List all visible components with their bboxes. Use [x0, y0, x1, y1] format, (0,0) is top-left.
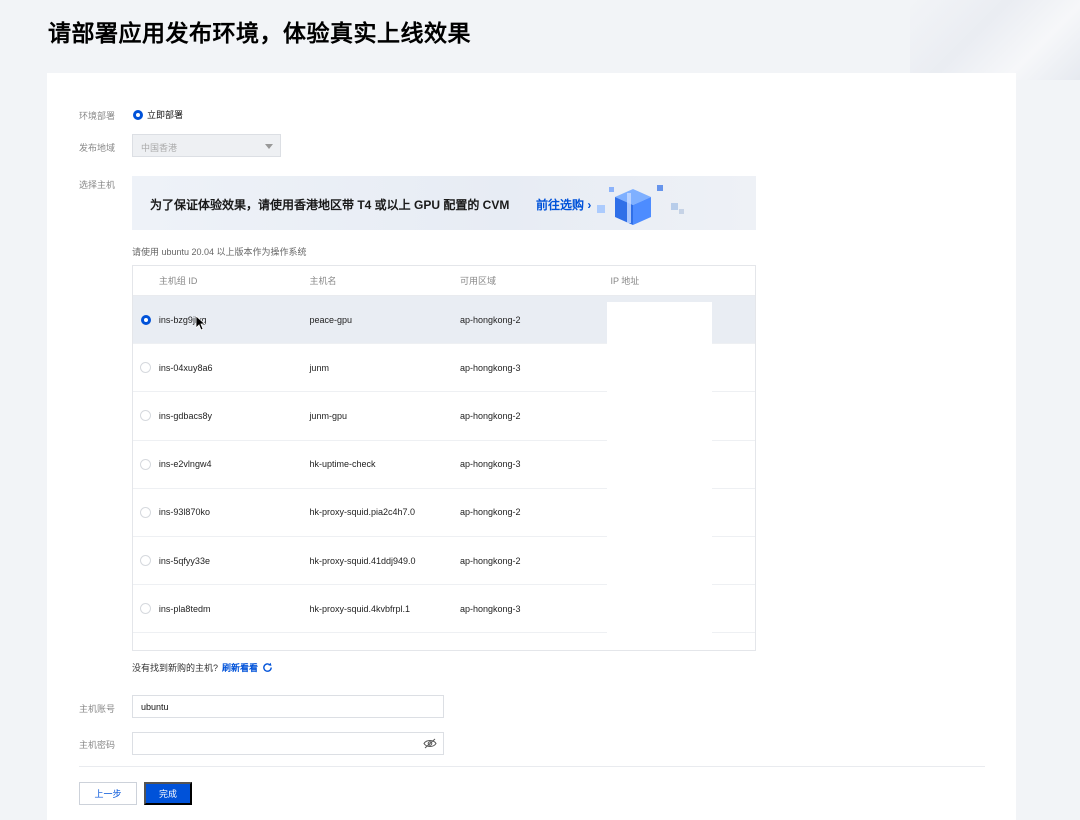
mouse-cursor-icon — [196, 316, 206, 331]
region-value: 中国香港 — [141, 143, 178, 153]
deploy-now-radio[interactable]: 立即部署 — [133, 108, 183, 121]
buy-now-link[interactable]: 前往选购 › — [536, 196, 591, 213]
banner-text: 为了保证体验效果，请使用香港地区带 T4 或以上 GPU 配置的 CVM — [150, 198, 510, 212]
refresh-icon[interactable] — [262, 662, 273, 673]
eye-off-icon[interactable] — [423, 738, 437, 749]
row-radio[interactable] — [133, 506, 159, 518]
header-ip: IP 地址 — [610, 276, 640, 286]
radio-unselected-icon — [140, 555, 152, 567]
refresh-row: 没有找到新购的主机? 刷新看看 — [132, 661, 273, 674]
region-label: 发布地域 — [79, 143, 116, 153]
row-radio[interactable] — [133, 362, 159, 374]
host-id-cell: ins-04xuy8a6 — [158, 362, 213, 373]
page-title: 请部署应用发布环境，体验真实上线效果 — [48, 20, 471, 46]
host-name-cell: peace-gpu — [309, 314, 352, 325]
row-radio[interactable] — [133, 458, 159, 470]
header-decoration — [910, 0, 1080, 80]
account-value: ubuntu — [141, 702, 169, 712]
gpu-promo-banner: 为了保证体验效果，请使用香港地区带 T4 或以上 GPU 配置的 CVM 前往选… — [132, 176, 756, 230]
form-divider — [79, 766, 985, 767]
chevron-down-icon — [265, 144, 273, 149]
radio-unselected-icon — [140, 362, 152, 374]
prev-step-button[interactable]: 上一步 — [79, 782, 137, 805]
host-id-cell: ins-bzg9jlyg — [158, 314, 207, 325]
row-radio[interactable] — [133, 314, 159, 325]
password-label: 主机密码 — [79, 740, 116, 750]
host-label: 选择主机 — [79, 180, 116, 190]
host-table: 主机组 ID 主机名 可用区域 IP 地址 ins-bzg9jlyg peace-… — [132, 265, 756, 651]
deploy-label: 环境部署 — [79, 111, 116, 121]
radio-unselected-icon — [140, 458, 152, 470]
account-input[interactable]: ubuntu — [132, 695, 444, 718]
refresh-link[interactable]: 刷新看看 — [222, 661, 258, 674]
radio-selected-icon — [140, 314, 151, 325]
zone-cell: ap-hongkong-2 — [459, 314, 521, 325]
zone-cell: ap-hongkong-3 — [459, 459, 521, 470]
zone-cell: ap-hongkong-3 — [459, 362, 521, 373]
radio-unselected-icon — [140, 603, 152, 615]
zone-cell: ap-hongkong-2 — [459, 555, 521, 566]
os-hint: 请使用 ubuntu 20.04 以上版本作为操作系统 — [132, 247, 307, 257]
host-name-cell: junm-gpu — [309, 410, 347, 421]
radio-unselected-icon — [140, 410, 152, 422]
password-input[interactable] — [132, 732, 444, 755]
row-radio[interactable] — [133, 555, 159, 567]
host-name-cell: hk-proxy-squid.41ddj949.0 — [309, 555, 416, 566]
host-id-cell: ins-pla8tedm — [158, 603, 211, 614]
deploy-form-card: 环境部署 立即部署 发布地域 中国香港 选择主机 为了保证体验效果，请使用香港地… — [47, 73, 1016, 820]
host-id-cell: ins-5qfyy33e — [158, 555, 210, 566]
radio-unselected-icon — [140, 506, 152, 518]
radio-selected-icon — [133, 109, 143, 120]
row-radio[interactable] — [133, 603, 159, 615]
row-radio[interactable] — [133, 410, 159, 422]
table-header: 主机组 ID 主机名 可用区域 IP 地址 — [133, 266, 755, 296]
host-name-cell: junm — [309, 362, 329, 373]
zone-cell: ap-hongkong-2 — [459, 507, 521, 518]
done-button[interactable]: 完成 — [144, 782, 192, 805]
host-name-cell: hk-uptime-check — [309, 459, 376, 470]
header-host-name: 主机名 — [309, 276, 337, 286]
header-host-id: 主机组 ID — [158, 276, 198, 286]
zone-cell: ap-hongkong-2 — [459, 410, 521, 421]
host-name-cell: hk-proxy-squid.pia2c4h7.0 — [309, 507, 415, 518]
ip-redaction — [607, 302, 712, 650]
header-zone: 可用区域 — [459, 276, 496, 286]
region-select[interactable]: 中国香港 — [132, 134, 281, 157]
gift-box-icon — [597, 185, 684, 225]
zone-cell: ap-hongkong-3 — [459, 603, 521, 614]
host-id-cell: ins-93l870ko — [158, 507, 210, 518]
host-id-cell: ins-e2vlngw4 — [158, 459, 212, 470]
deploy-now-label: 立即部署 — [147, 110, 184, 120]
refresh-question: 没有找到新购的主机? — [132, 663, 219, 673]
host-id-cell: ins-gdbacs8y — [158, 410, 212, 421]
host-name-cell: hk-proxy-squid.4kvbfrpl.1 — [309, 603, 410, 614]
account-label: 主机账号 — [79, 704, 116, 714]
